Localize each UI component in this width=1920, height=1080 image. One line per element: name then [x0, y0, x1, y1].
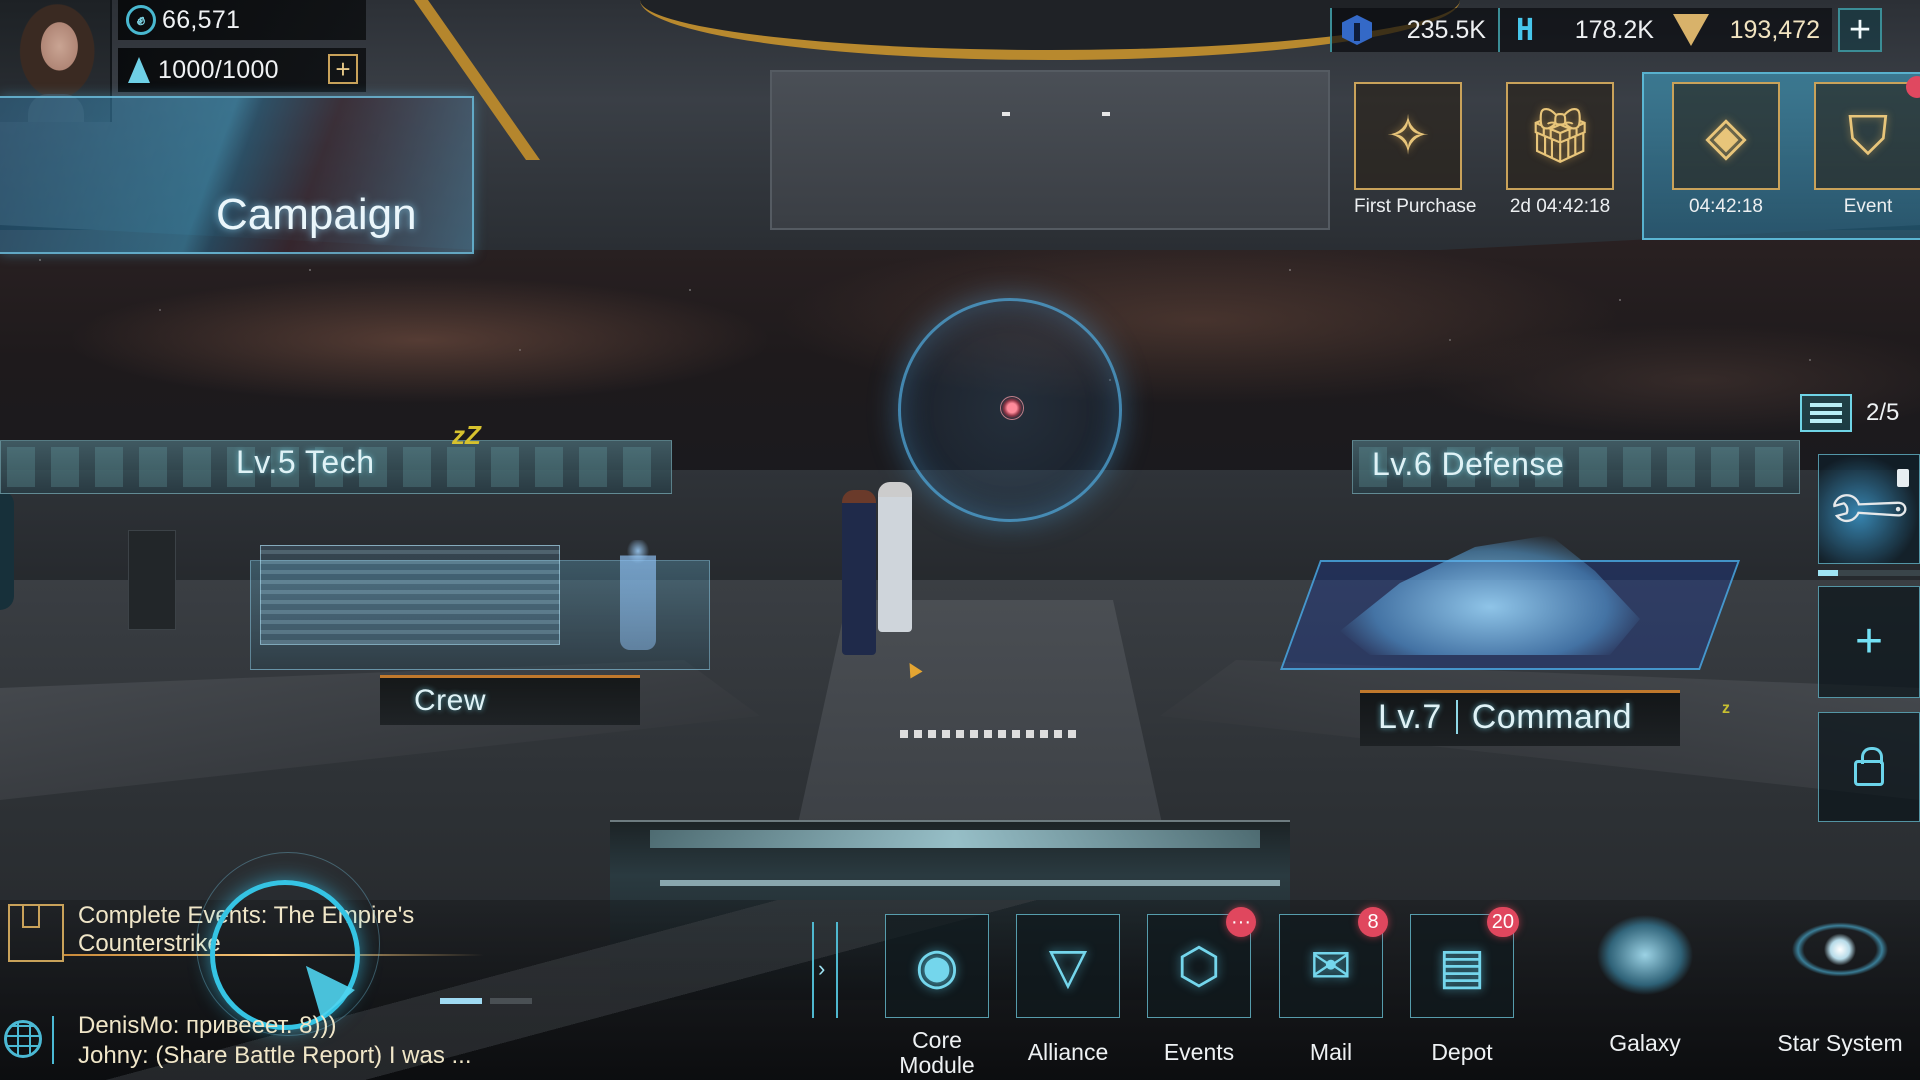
chat-preview[interactable]: DenisMo: привееет. 8))) Johny: (Share Ba… [0, 1010, 560, 1080]
fist-power-icon: ✊︎ [126, 5, 156, 35]
energy-arrow-icon [128, 57, 150, 83]
chat-tab-indicator[interactable] [440, 998, 532, 1004]
star-system-button[interactable]: Star System [1760, 900, 1920, 1057]
currency-alloy[interactable]: 235.5K [1330, 8, 1498, 52]
first-purchase-button[interactable]: ✧ First Purchase [1354, 82, 1477, 218]
chat-message: Johny: (Share Battle Report) I was ... [78, 1042, 472, 1069]
chevron-right-icon: › [818, 956, 826, 981]
icosahedron-icon: ⬡ [1177, 938, 1221, 994]
gift-pack-timer: 2d 04:42:18 [1509, 196, 1611, 217]
campaign-label[interactable]: Campaign [216, 190, 417, 240]
star-gem-icon: ✧ [1385, 106, 1431, 166]
star-system-icon [1770, 900, 1910, 1010]
gems-value: 193,472 [1729, 15, 1820, 44]
queue-slot-locked[interactable] [1818, 712, 1920, 822]
h-block-icon: H [1515, 12, 1535, 48]
galaxy-icon [1575, 900, 1715, 1010]
chat-message: DenisMo: привееет. 8))) [78, 1012, 337, 1039]
chest-timer: 04:42:18 [1689, 196, 1763, 217]
chat-tab-world[interactable] [440, 998, 482, 1004]
currency-bar: 235.5K H 178.2K 193,472 + [1330, 8, 1882, 52]
events-badge: ··· [1226, 907, 1256, 937]
depot-badge: 20 [1486, 907, 1519, 937]
bookmark-quest-icon [8, 904, 64, 962]
depot-icon: ▤ [1438, 938, 1486, 994]
gem-icon [1673, 14, 1709, 46]
event-label: Event [1843, 196, 1893, 217]
events-bar: ✧ First Purchase 🎁︎ 2d 04:42:18 ◈ 04:42:… [1342, 72, 1920, 252]
chest-button[interactable]: ◈ 04:42:18 [1672, 82, 1780, 218]
add-energy-button[interactable]: + [328, 54, 358, 84]
shield-icon [1342, 15, 1372, 45]
core-module-icon: ◉ [915, 938, 959, 994]
nav-label: Events [1163, 1039, 1235, 1065]
galaxy-label: Galaxy [1609, 1030, 1681, 1056]
alloy-value: 235.5K [1406, 15, 1486, 44]
nav-core-module[interactable]: ◉ Core Module [882, 914, 992, 1078]
queue-slot-add[interactable]: + [1818, 586, 1920, 698]
star-system-label: Star System [1777, 1030, 1903, 1056]
event-button[interactable]: ⛉ Event [1814, 76, 1920, 218]
chat-tab-alliance[interactable] [490, 998, 532, 1004]
chat-divider [52, 1016, 54, 1064]
queue-count: 2/5 [1866, 399, 1900, 426]
notification-dot [1906, 76, 1920, 98]
nav-label: Mail [1309, 1039, 1353, 1065]
queue-progress-bar [1818, 570, 1920, 576]
galaxy-button[interactable]: Galaxy [1570, 900, 1720, 1057]
nav-mail[interactable]: ✉ 8 Mail [1276, 907, 1388, 1065]
alliance-icon: ▽ [1048, 938, 1088, 994]
nav-label: Alliance [1027, 1039, 1109, 1065]
add-currency-button[interactable]: + [1838, 8, 1882, 52]
queue-progress-fill [1818, 570, 1839, 576]
crystal-value: 178.2K [1574, 15, 1654, 44]
hud: ✊︎ 66,571 1000/1000 + Campaign 235.5K H … [0, 0, 1920, 1080]
build-queue: 2/5 🔧︎ + [1800, 390, 1920, 822]
nav-depot[interactable]: ▤ 20 Depot [1407, 907, 1519, 1065]
badge-star-icon: ⛉ [1847, 106, 1889, 166]
mail-badge: 8 [1358, 907, 1388, 937]
queue-list-icon[interactable] [1800, 394, 1852, 432]
plus-icon: + [1854, 615, 1884, 668]
gift-icon: 🎁︎ [1525, 106, 1595, 166]
world-chat-icon[interactable] [4, 1020, 42, 1058]
first-purchase-label: First Purchase [1354, 196, 1477, 217]
battery-icon [1897, 469, 1909, 487]
nav-label: Core Module [899, 1027, 975, 1078]
nav-events[interactable]: ⬡ ··· Events [1144, 907, 1256, 1065]
queue-slot-active[interactable]: 🔧︎ [1818, 454, 1920, 564]
lock-icon [1854, 747, 1884, 786]
power-display: ✊︎ 66,571 [118, 0, 366, 40]
movement-joystick[interactable] [210, 880, 360, 1030]
power-value: 66,571 [162, 5, 241, 34]
energy-value: 1000/1000 [158, 55, 279, 84]
nav-label: Depot [1431, 1039, 1493, 1065]
gift-pack-button[interactable]: 🎁︎ 2d 04:42:18 [1506, 82, 1614, 218]
currency-gems[interactable]: 193,472 [1666, 8, 1832, 52]
nav-expand-button[interactable]: › [812, 922, 838, 1018]
nav-alliance[interactable]: ▽ Alliance [1013, 914, 1123, 1065]
chest-icon: ◈ [1705, 106, 1747, 166]
mail-icon: ✉ [1310, 938, 1352, 994]
currency-crystal[interactable]: H 178.2K [1498, 8, 1666, 52]
